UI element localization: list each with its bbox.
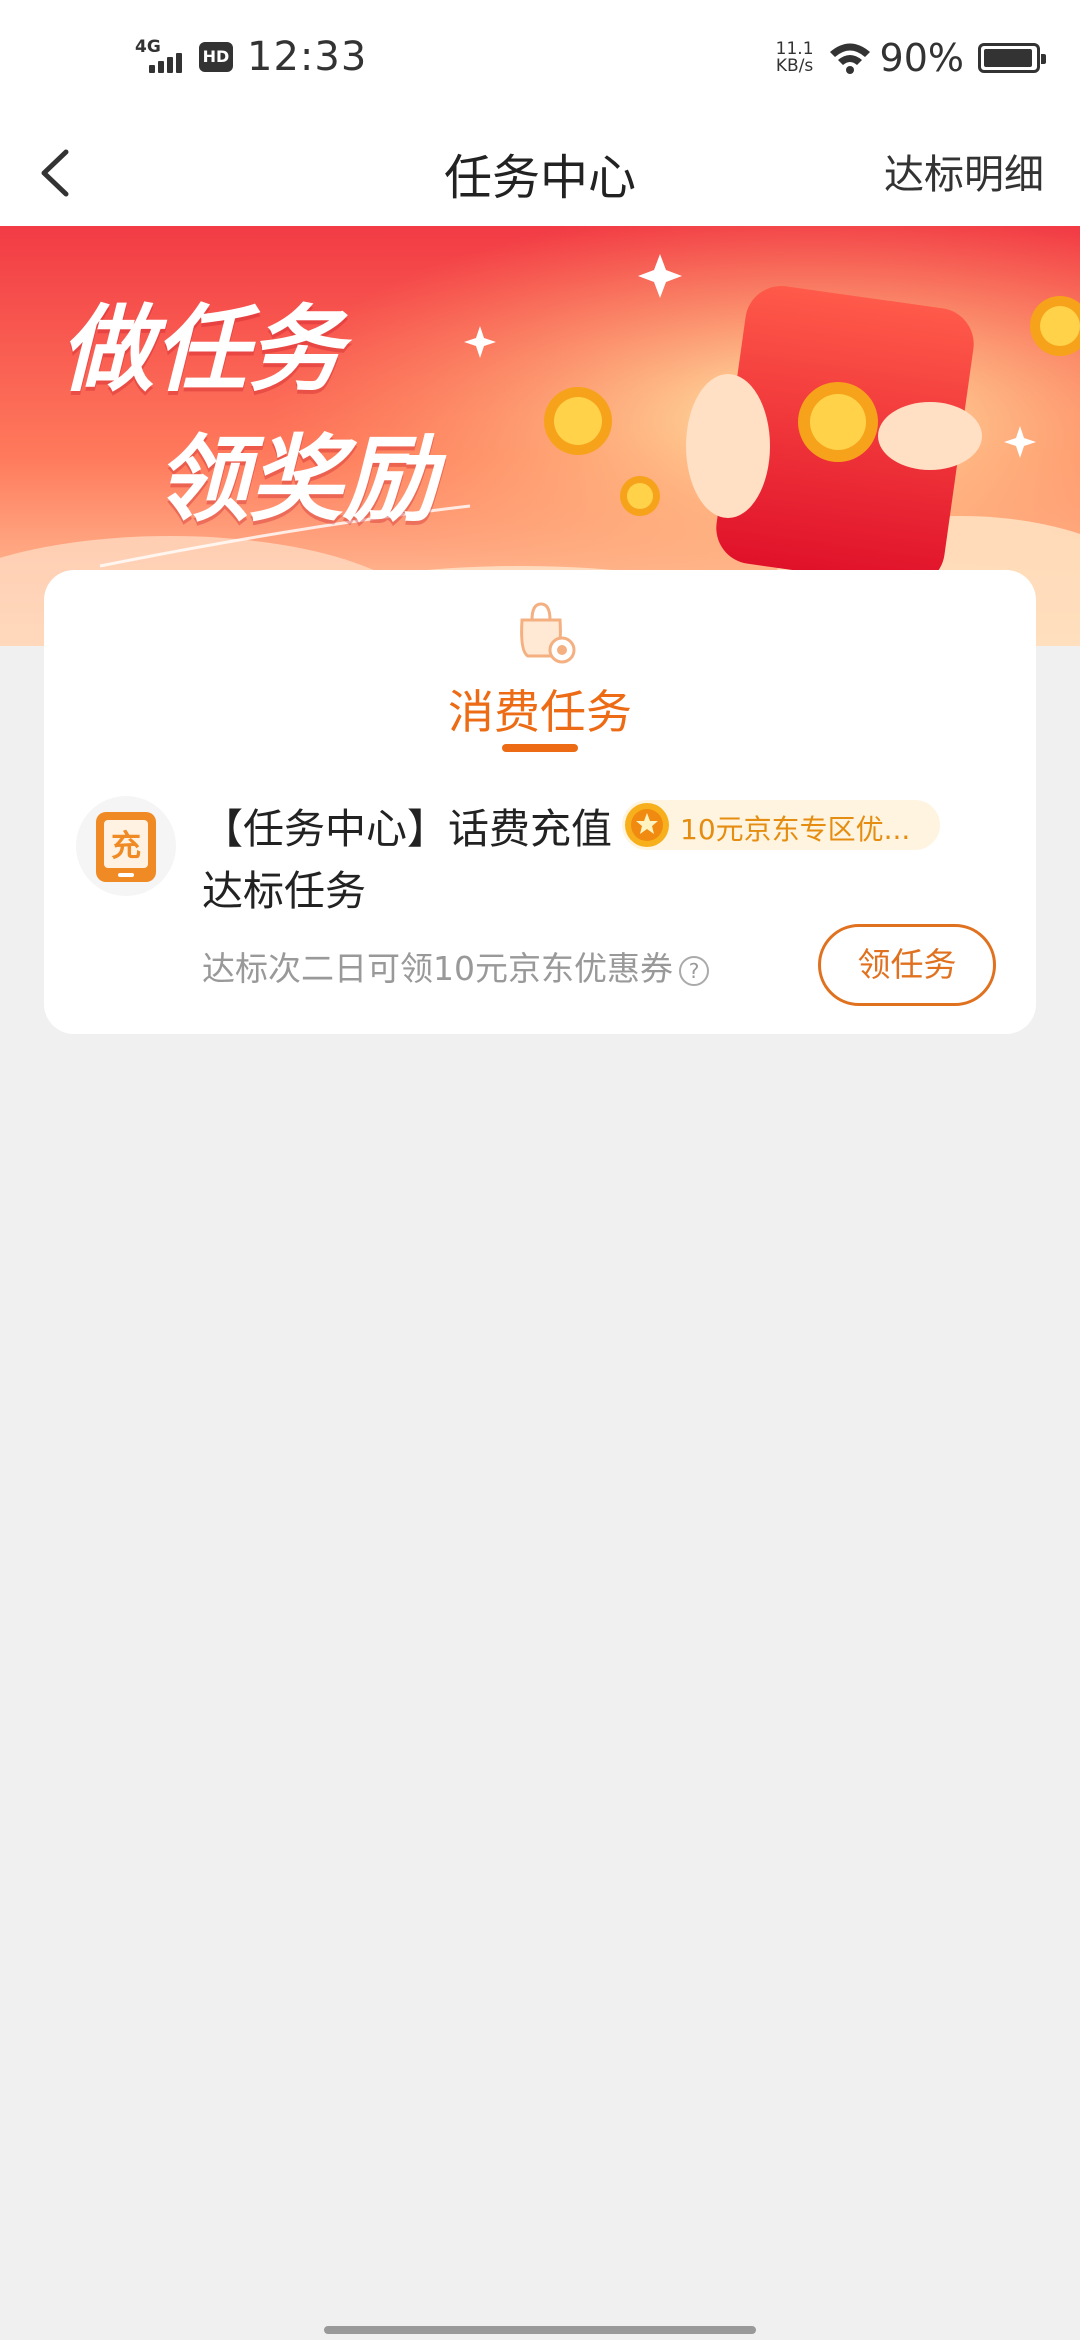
coin-icon xyxy=(625,803,669,847)
claim-task-button[interactable]: 领任务 xyxy=(818,924,996,1006)
reward-badge: 10元京东专区优... xyxy=(622,800,940,850)
recharge-icon-char: 充 xyxy=(111,829,141,864)
task-title: 【任务中心】话费充值达标任务 xyxy=(202,805,612,915)
shopping-bag-icon xyxy=(520,602,576,664)
nav-bar: 任务中心 达标明细 xyxy=(0,120,1080,226)
battery-percent: 90% xyxy=(879,36,964,80)
battery-icon xyxy=(978,43,1046,73)
banner-slogan: 做任务 领奖励 xyxy=(60,296,438,535)
status-right: 11.1 KB/s 90% xyxy=(775,36,1046,80)
task-description: 达标次二日可领10元京东优惠券? xyxy=(202,942,709,990)
help-icon[interactable]: ? xyxy=(679,956,709,986)
status-left: 4G HD 12:33 xyxy=(135,34,367,80)
recharge-icon: 充 xyxy=(76,796,176,896)
status-bar: 4G HD 12:33 11.1 KB/s 90% xyxy=(0,0,1080,120)
network-speed: 11.1 KB/s xyxy=(775,39,814,76)
wifi-icon xyxy=(829,43,870,74)
signal-icon: 4G xyxy=(135,37,189,77)
reward-text: 10元京东专区优... xyxy=(680,813,911,846)
section-title: 消费任务 xyxy=(448,685,632,739)
section-underline xyxy=(502,744,578,752)
clock: 12:33 xyxy=(247,34,368,80)
achievement-details-link[interactable]: 达标明细 xyxy=(884,142,1044,200)
task-card: 消费任务 充 【任务中心】话费充值达标任务 10元京东专区优... 达标次二日可… xyxy=(44,570,1036,1034)
home-indicator[interactable] xyxy=(324,2326,756,2334)
hd-badge: HD xyxy=(199,42,233,72)
